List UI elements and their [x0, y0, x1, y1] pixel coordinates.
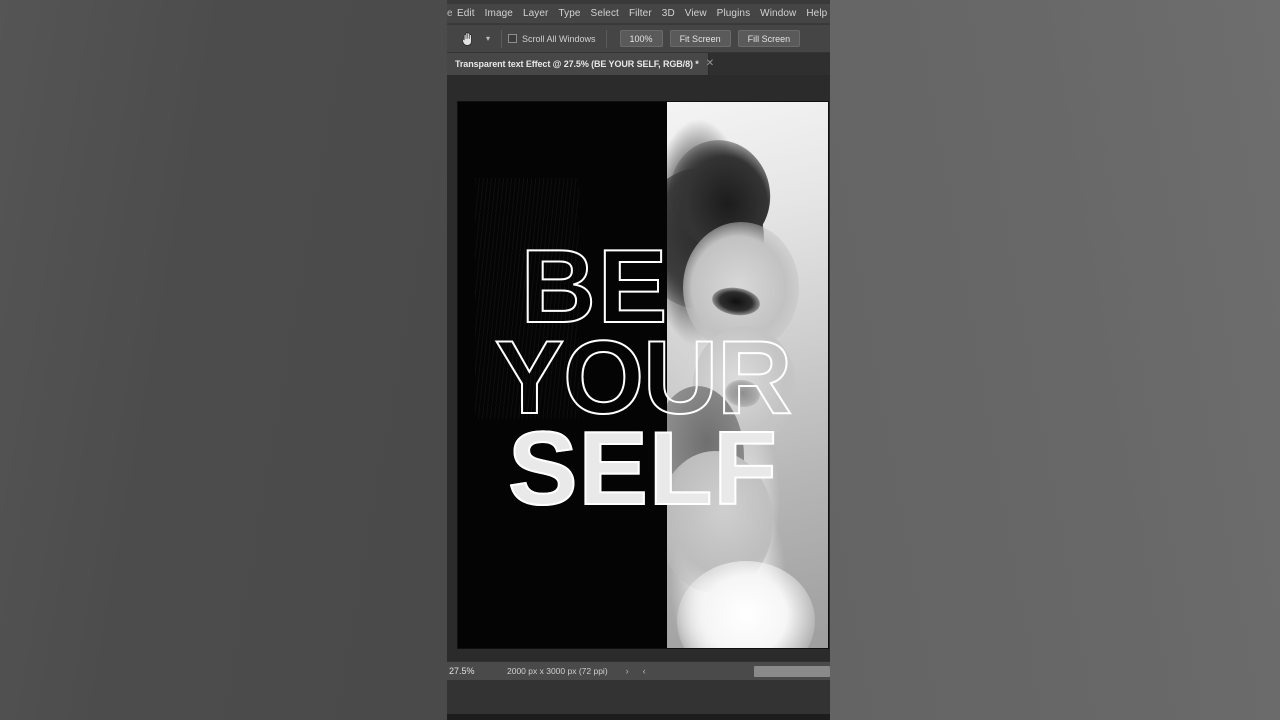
options-separator-2: [605, 29, 607, 48]
menu-item-window[interactable]: Window: [755, 4, 801, 23]
options-separator-1: [501, 29, 502, 48]
menu-item-plugins[interactable]: Plugins: [712, 4, 756, 23]
menu-item-layer[interactable]: Layer: [518, 4, 554, 23]
close-icon[interactable]: ✕: [706, 59, 714, 69]
window-bottom-edge: [447, 714, 830, 720]
desktop-backdrop-left: [0, 0, 447, 720]
document-tab-strip: Transparent text Effect @ 27.5% (BE YOUR…: [447, 53, 830, 75]
desktop-backdrop-right: [830, 0, 1280, 720]
application-window: e Edit Image Layer Type Select Filter 3D…: [447, 0, 830, 720]
hair-texture-overlay: [474, 178, 580, 419]
artboard[interactable]: BE YOUR SELF: [458, 102, 828, 648]
menu-item-image[interactable]: Image: [480, 4, 518, 23]
scroll-all-windows-label: Scroll All Windows: [522, 33, 596, 44]
menu-item-view[interactable]: View: [680, 4, 712, 23]
status-expand-right-icon[interactable]: ›: [626, 666, 629, 676]
menu-item-help[interactable]: Help: [801, 4, 830, 23]
chevron-down-icon[interactable]: ▾: [481, 28, 495, 50]
scroll-all-windows-checkbox[interactable]: Scroll All Windows: [508, 34, 596, 44]
status-zoom-level[interactable]: 27.5%: [447, 666, 503, 676]
status-expand-left-icon[interactable]: ‹: [643, 666, 646, 676]
status-document-size: 2000 px x 3000 px (72 ppi): [507, 666, 608, 676]
menu-item-filter[interactable]: Filter: [624, 4, 657, 23]
hand-tool-icon[interactable]: [455, 28, 481, 50]
menu-bar: e Edit Image Layer Type Select Filter 3D…: [447, 4, 830, 24]
canvas-area[interactable]: BE YOUR SELF: [447, 75, 830, 661]
menu-item-edit[interactable]: Edit: [452, 4, 480, 23]
fill-screen-button[interactable]: Fill Screen: [737, 30, 801, 47]
horizontal-scrollbar[interactable]: [754, 666, 830, 677]
checkbox-box[interactable]: [508, 34, 517, 43]
artwork-black-panel: [458, 102, 668, 648]
document-tab-title: Transparent text Effect @ 27.5% (BE YOUR…: [455, 59, 699, 69]
menu-item-3d[interactable]: 3D: [657, 4, 680, 23]
zoom-100-button[interactable]: 100%: [619, 30, 663, 47]
menu-item-select[interactable]: Select: [586, 4, 624, 23]
menu-item-type[interactable]: Type: [553, 4, 585, 23]
tool-options-bar: ▾ Scroll All Windows 100% Fit Screen Fil…: [447, 25, 830, 53]
artwork-photo-panel: [667, 102, 828, 648]
fit-screen-button[interactable]: Fit Screen: [669, 30, 731, 47]
status-bar: 27.5% 2000 px x 3000 px (72 ppi) › ‹: [447, 661, 830, 680]
document-tab[interactable]: Transparent text Effect @ 27.5% (BE YOUR…: [447, 53, 714, 75]
